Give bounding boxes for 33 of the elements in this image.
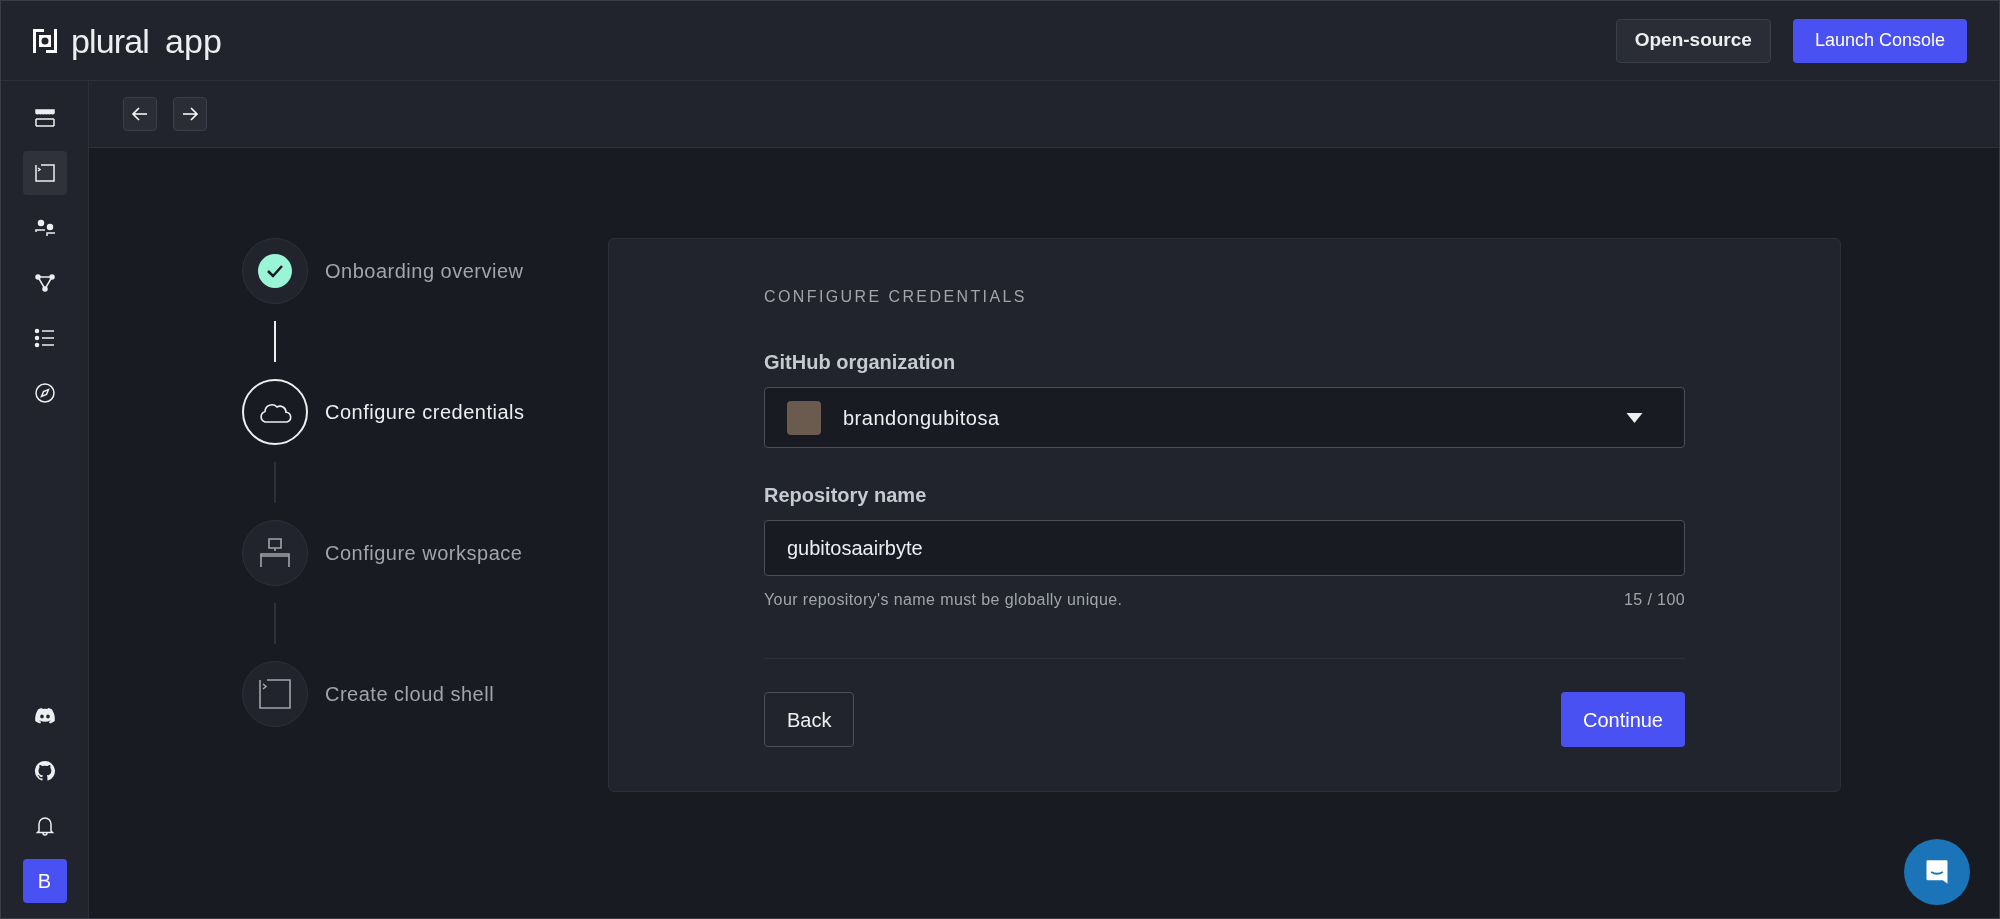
continue-button[interactable]: Continue xyxy=(1560,692,1685,747)
forward-arrow-button[interactable] xyxy=(173,97,207,131)
launch-button[interactable]: Launch Console xyxy=(1792,18,1967,63)
user-avatar[interactable]: B xyxy=(22,859,67,903)
terminal-icon xyxy=(257,676,293,712)
caret-icon xyxy=(1626,412,1643,423)
terminal-icon xyxy=(32,161,57,185)
logo-icon xyxy=(31,26,59,55)
hint-text: Your repository's name must be globally unique. xyxy=(764,590,1123,610)
select-value: brandongubitosa xyxy=(843,405,1000,431)
github-icon xyxy=(32,759,57,783)
open-source-button[interactable]: Open-source xyxy=(1615,18,1771,63)
field-label: Repository name xyxy=(764,483,928,508)
sidebar-item[interactable] xyxy=(22,151,67,195)
check-circle-icon xyxy=(257,253,293,289)
section-heading: CONFIGURE CREDENTIALS xyxy=(764,287,1028,307)
organization-select[interactable]: brandongubitosa xyxy=(764,387,1685,448)
step-label: Create cloud shell xyxy=(325,682,495,707)
network-graph-icon xyxy=(32,271,57,295)
photo-placeholder xyxy=(787,400,821,435)
step-label: Configure credentials xyxy=(325,400,525,425)
storefront-icon xyxy=(32,106,57,130)
back-arrow-button[interactable] xyxy=(123,97,157,131)
compass-icon xyxy=(32,381,57,405)
app-label: app xyxy=(165,23,222,58)
list-icon xyxy=(32,326,57,350)
logo-text: plural xyxy=(71,23,150,58)
back-button[interactable]: Back xyxy=(764,692,855,747)
step-label: Onboarding overview xyxy=(325,259,524,284)
repository-name-field[interactable]: gubitosaairbyte xyxy=(764,520,1685,576)
character-count: 15 / 100 xyxy=(1623,590,1685,610)
step-label: Configure workspace xyxy=(325,541,523,566)
field-label: GitHub organization xyxy=(764,350,957,375)
